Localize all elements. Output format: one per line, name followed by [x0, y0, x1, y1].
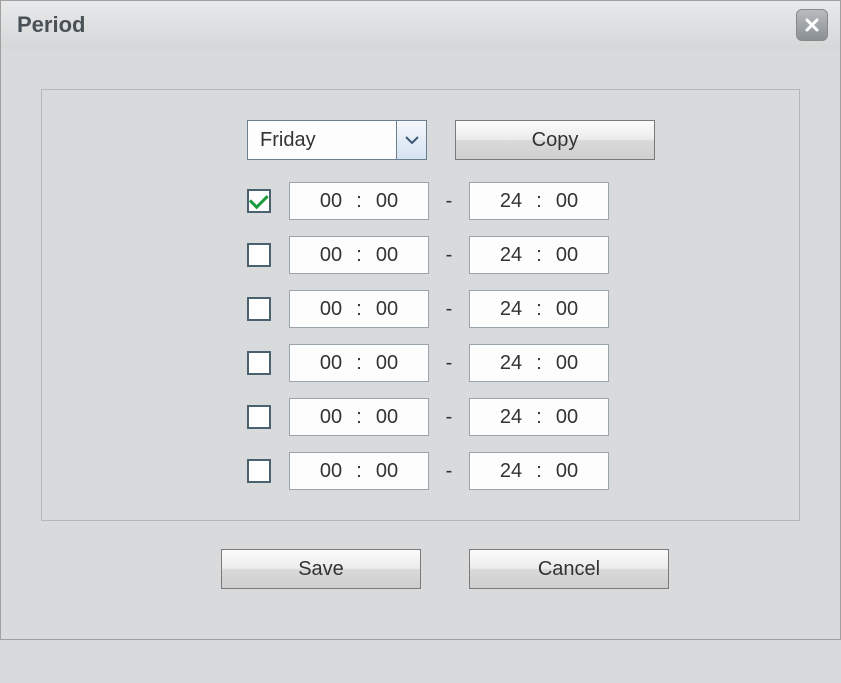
start-hour[interactable]: 00	[313, 352, 349, 375]
cancel-button[interactable]: Cancel	[469, 549, 669, 589]
end-hour[interactable]: 24	[493, 298, 529, 321]
range-dash: -	[429, 460, 469, 483]
time-colon: :	[529, 190, 549, 213]
period-enable-checkbox[interactable]	[247, 243, 271, 267]
period-row: 00:00-24:00	[247, 290, 799, 328]
time-colon: :	[349, 460, 369, 483]
range-dash: -	[429, 298, 469, 321]
end-hour[interactable]: 24	[493, 460, 529, 483]
save-button[interactable]: Save	[221, 549, 421, 589]
range-dash: -	[429, 190, 469, 213]
periods-list: 00:00-24:0000:00-24:0000:00-24:0000:00-2…	[42, 182, 799, 490]
end-hour[interactable]: 24	[493, 406, 529, 429]
close-icon	[804, 17, 820, 33]
end-minute[interactable]: 00	[549, 352, 585, 375]
start-hour[interactable]: 00	[313, 244, 349, 267]
end-minute[interactable]: 00	[549, 460, 585, 483]
start-minute[interactable]: 00	[369, 406, 405, 429]
chevron-down-icon	[405, 135, 419, 145]
start-minute[interactable]: 00	[369, 298, 405, 321]
period-dialog: Period Friday Copy	[0, 0, 841, 640]
start-time-input[interactable]: 00:00	[289, 452, 429, 490]
start-minute[interactable]: 00	[369, 460, 405, 483]
start-minute[interactable]: 00	[369, 244, 405, 267]
end-hour[interactable]: 24	[493, 244, 529, 267]
time-colon: :	[349, 298, 369, 321]
start-hour[interactable]: 00	[313, 460, 349, 483]
time-colon: :	[529, 298, 549, 321]
start-minute[interactable]: 00	[369, 352, 405, 375]
range-dash: -	[429, 406, 469, 429]
period-enable-checkbox[interactable]	[247, 297, 271, 321]
time-colon: :	[349, 352, 369, 375]
period-row: 00:00-24:00	[247, 398, 799, 436]
end-time-input[interactable]: 24:00	[469, 236, 609, 274]
day-select[interactable]: Friday	[247, 120, 427, 160]
dialog-body: Friday Copy 00:00-24:0000:00-24:0000:00-…	[1, 49, 840, 639]
time-colon: :	[349, 190, 369, 213]
time-colon: :	[529, 244, 549, 267]
period-enable-checkbox[interactable]	[247, 351, 271, 375]
close-button[interactable]	[796, 9, 828, 41]
footer-buttons: Save Cancel	[41, 549, 800, 589]
range-dash: -	[429, 352, 469, 375]
start-time-input[interactable]: 00:00	[289, 182, 429, 220]
start-time-input[interactable]: 00:00	[289, 344, 429, 382]
start-time-input[interactable]: 00:00	[289, 398, 429, 436]
start-hour[interactable]: 00	[313, 406, 349, 429]
end-time-input[interactable]: 24:00	[469, 344, 609, 382]
end-hour[interactable]: 24	[493, 352, 529, 375]
start-minute[interactable]: 00	[369, 190, 405, 213]
end-time-input[interactable]: 24:00	[469, 398, 609, 436]
start-hour[interactable]: 00	[313, 298, 349, 321]
end-minute[interactable]: 00	[549, 244, 585, 267]
time-colon: :	[529, 352, 549, 375]
time-colon: :	[529, 460, 549, 483]
end-time-input[interactable]: 24:00	[469, 182, 609, 220]
period-row: 00:00-24:00	[247, 344, 799, 382]
period-enable-checkbox[interactable]	[247, 189, 271, 213]
end-minute[interactable]: 00	[549, 298, 585, 321]
period-panel: Friday Copy 00:00-24:0000:00-24:0000:00-…	[41, 89, 800, 521]
dropdown-arrow-box[interactable]	[396, 121, 426, 159]
start-time-input[interactable]: 00:00	[289, 236, 429, 274]
titlebar: Period	[1, 1, 840, 49]
period-row: 00:00-24:00	[247, 452, 799, 490]
period-row: 00:00-24:00	[247, 182, 799, 220]
period-enable-checkbox[interactable]	[247, 405, 271, 429]
end-hour[interactable]: 24	[493, 190, 529, 213]
header-row: Friday Copy	[42, 120, 799, 160]
dialog-title: Period	[17, 12, 85, 38]
end-time-input[interactable]: 24:00	[469, 290, 609, 328]
time-colon: :	[529, 406, 549, 429]
end-time-input[interactable]: 24:00	[469, 452, 609, 490]
end-minute[interactable]: 00	[549, 190, 585, 213]
period-enable-checkbox[interactable]	[247, 459, 271, 483]
time-colon: :	[349, 406, 369, 429]
copy-button[interactable]: Copy	[455, 120, 655, 160]
time-colon: :	[349, 244, 369, 267]
end-minute[interactable]: 00	[549, 406, 585, 429]
period-row: 00:00-24:00	[247, 236, 799, 274]
start-hour[interactable]: 00	[313, 190, 349, 213]
day-select-value: Friday	[260, 129, 316, 152]
range-dash: -	[429, 244, 469, 267]
start-time-input[interactable]: 00:00	[289, 290, 429, 328]
